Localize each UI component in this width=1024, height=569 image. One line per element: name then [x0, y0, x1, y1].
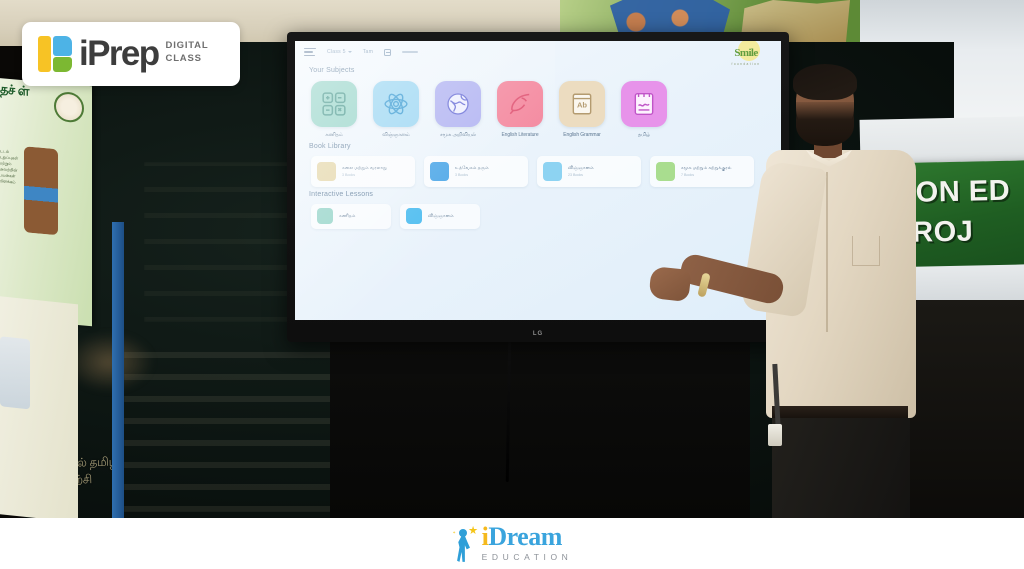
book-card-count: 3 Books: [455, 173, 468, 178]
teacher-hair: [793, 64, 857, 100]
quill-pen-icon: [497, 81, 543, 127]
subject-tile-social-science[interactable]: சமூக அறிவியல்: [435, 81, 481, 139]
book-card-label: சமூக மற்றும் கற்றுக்குரல்: [681, 165, 732, 171]
sparkle-icon: [452, 530, 456, 534]
book-card-count: 3 Books: [342, 173, 355, 178]
teacher-pointing-hand: [648, 265, 692, 303]
logo-bar-blue: [53, 36, 72, 56]
iprep-wordmark: iPrep: [79, 34, 160, 73]
subject-tile-maths[interactable]: கணிதம்: [311, 81, 357, 139]
interactive-lessons-list: கணிதம் விஞ்ஞானம்: [295, 198, 781, 229]
section-title-interactive-lessons: Interactive Lessons: [309, 190, 374, 198]
hamburger-menu-icon[interactable]: [304, 47, 316, 57]
topbar-divider: [402, 51, 419, 53]
child-body: [457, 535, 470, 562]
book-card-label: விஞ்ஞானம்: [568, 165, 594, 171]
atom-icon: [543, 161, 562, 181]
poster-seal-icon: [54, 90, 84, 124]
lesson-card-label: கணிதம்: [339, 213, 356, 219]
subject-label: English Literature: [501, 132, 539, 138]
book-library-card[interactable]: உத்வேகம் தரும் 3 Books: [424, 155, 528, 187]
subject-label: சமூக அறிவியல்: [440, 132, 476, 138]
teacher-shirt-placket: [826, 172, 828, 332]
language-selector[interactable]: Tam: [363, 49, 373, 55]
interactive-lesson-card[interactable]: விஞ்ஞானம்: [400, 203, 480, 229]
television: Class 5 Tam Smile foundation Your Subjec…: [287, 32, 789, 342]
grid-view-icon[interactable]: [384, 48, 392, 56]
logo-bar-yellow: [38, 36, 51, 72]
language-selector-label: Tam: [362, 49, 374, 55]
book-card-count: 23 Books: [568, 173, 583, 178]
teacher-trousers: [772, 418, 910, 518]
dictionary-book-icon: Ab: [559, 81, 605, 127]
atom-icon: [406, 208, 422, 225]
lesson-card-label: விஞ்ஞானம்: [428, 213, 454, 219]
subject-tile-english-grammar[interactable]: Ab English Grammar: [559, 81, 605, 139]
class-selector-label: Class 5: [327, 49, 346, 55]
book-card-label: கலை மற்றும் வரலாறு: [342, 165, 387, 171]
subject-label: கணிதம்: [325, 132, 343, 138]
idream-wordmark: iDream: [482, 522, 573, 552]
subjects-grid: கணிதம் விஞ்ஞானம் சமூக அறிவியல் English L…: [295, 74, 781, 139]
teacher-figure: [648, 64, 938, 518]
footer-bar: iDream EDUCATION: [0, 518, 1024, 569]
blackboard-frame-left: [112, 222, 124, 518]
iprep-logo-badge: iPrep DIGITAL CLASS: [22, 22, 240, 86]
child-with-star-icon: [452, 525, 478, 562]
smile-foundation-logo: Smile foundation: [721, 41, 771, 70]
child-head: [458, 528, 467, 537]
book-library-card[interactable]: சமூக மற்றும் கற்றுக்குரல் 7 Books: [650, 155, 754, 187]
subject-label: தமிழ்: [638, 132, 650, 138]
subject-tile-english-literature[interactable]: English Literature: [497, 81, 543, 139]
teacher-shirt-pocket: [852, 236, 880, 266]
subject-tile-science[interactable]: விஞ்ஞானம்: [373, 81, 419, 139]
subject-label: English Grammar: [563, 132, 601, 138]
atom-icon: [373, 81, 419, 127]
star-icon: [468, 525, 478, 535]
iprep-tagline: DIGITAL CLASS: [166, 40, 209, 68]
book-card-count: 7 Books: [681, 173, 694, 178]
idream-subtitle: EDUCATION: [481, 551, 573, 562]
idream-education-logo: iDream EDUCATION: [452, 522, 573, 562]
wall-poster-health: தச் ள் உடல் உறுப்புகள் மற்றும் அவற்றின் …: [0, 77, 92, 327]
section-title-subjects: Your Subjects: [309, 67, 355, 74]
wall-poster-secondary: [0, 295, 78, 518]
poster-heading: தச் ள்: [0, 81, 30, 99]
iprep-tagline-line2: CLASS: [165, 53, 202, 64]
tv-cabinet: [330, 338, 750, 518]
subject-tile-tamil[interactable]: தமிழ்: [621, 81, 667, 139]
book-icon: [430, 161, 449, 181]
app-topbar: Class 5 Tam Smile foundation: [295, 41, 781, 66]
interactive-lesson-card[interactable]: கணிதம்: [311, 203, 391, 229]
poster-body-text: உடல் உறுப்புகள் மற்றும் அவற்றின் பயன்கள்…: [0, 148, 19, 185]
leaf-icon: [656, 161, 675, 181]
tv-brand-logo: LG: [532, 331, 544, 337]
class-selector[interactable]: Class 5: [327, 49, 352, 55]
iprep-tagline-line1: DIGITAL: [165, 40, 209, 52]
idream-wordmark-rest: Dream: [488, 522, 562, 552]
book-card-label: உத்வேகம் தரும்: [455, 165, 489, 171]
chevron-down-icon: [347, 51, 352, 53]
teacher-beard: [796, 102, 854, 146]
iprep-logo-mark: [38, 36, 72, 72]
smile-wordmark: Smile: [734, 47, 758, 59]
svg-text:Ab: Ab: [577, 101, 587, 110]
teacher-id-badge: [768, 424, 782, 446]
logo-bar-green: [53, 57, 72, 72]
poster-secondary-figure: [0, 336, 30, 410]
book-library-card[interactable]: விஞ்ஞானம் 23 Books: [537, 155, 641, 187]
section-title-book-library: Book Library: [309, 142, 351, 150]
poster-human-body-figure: [24, 146, 58, 236]
globe-icon: [435, 81, 481, 127]
math-operations-icon: [317, 208, 333, 225]
book-icon: [317, 161, 336, 181]
notebook-icon: [621, 81, 667, 127]
smile-subtitle: foundation: [731, 62, 761, 66]
subject-label: விஞ்ஞானம்: [382, 132, 410, 138]
book-library-card[interactable]: கலை மற்றும் வரலாறு 3 Books: [311, 155, 415, 187]
book-library-list: கலை மற்றும் வரலாறு 3 Books உத்வேகம் தரும…: [295, 150, 781, 187]
math-operations-icon: [311, 81, 357, 127]
